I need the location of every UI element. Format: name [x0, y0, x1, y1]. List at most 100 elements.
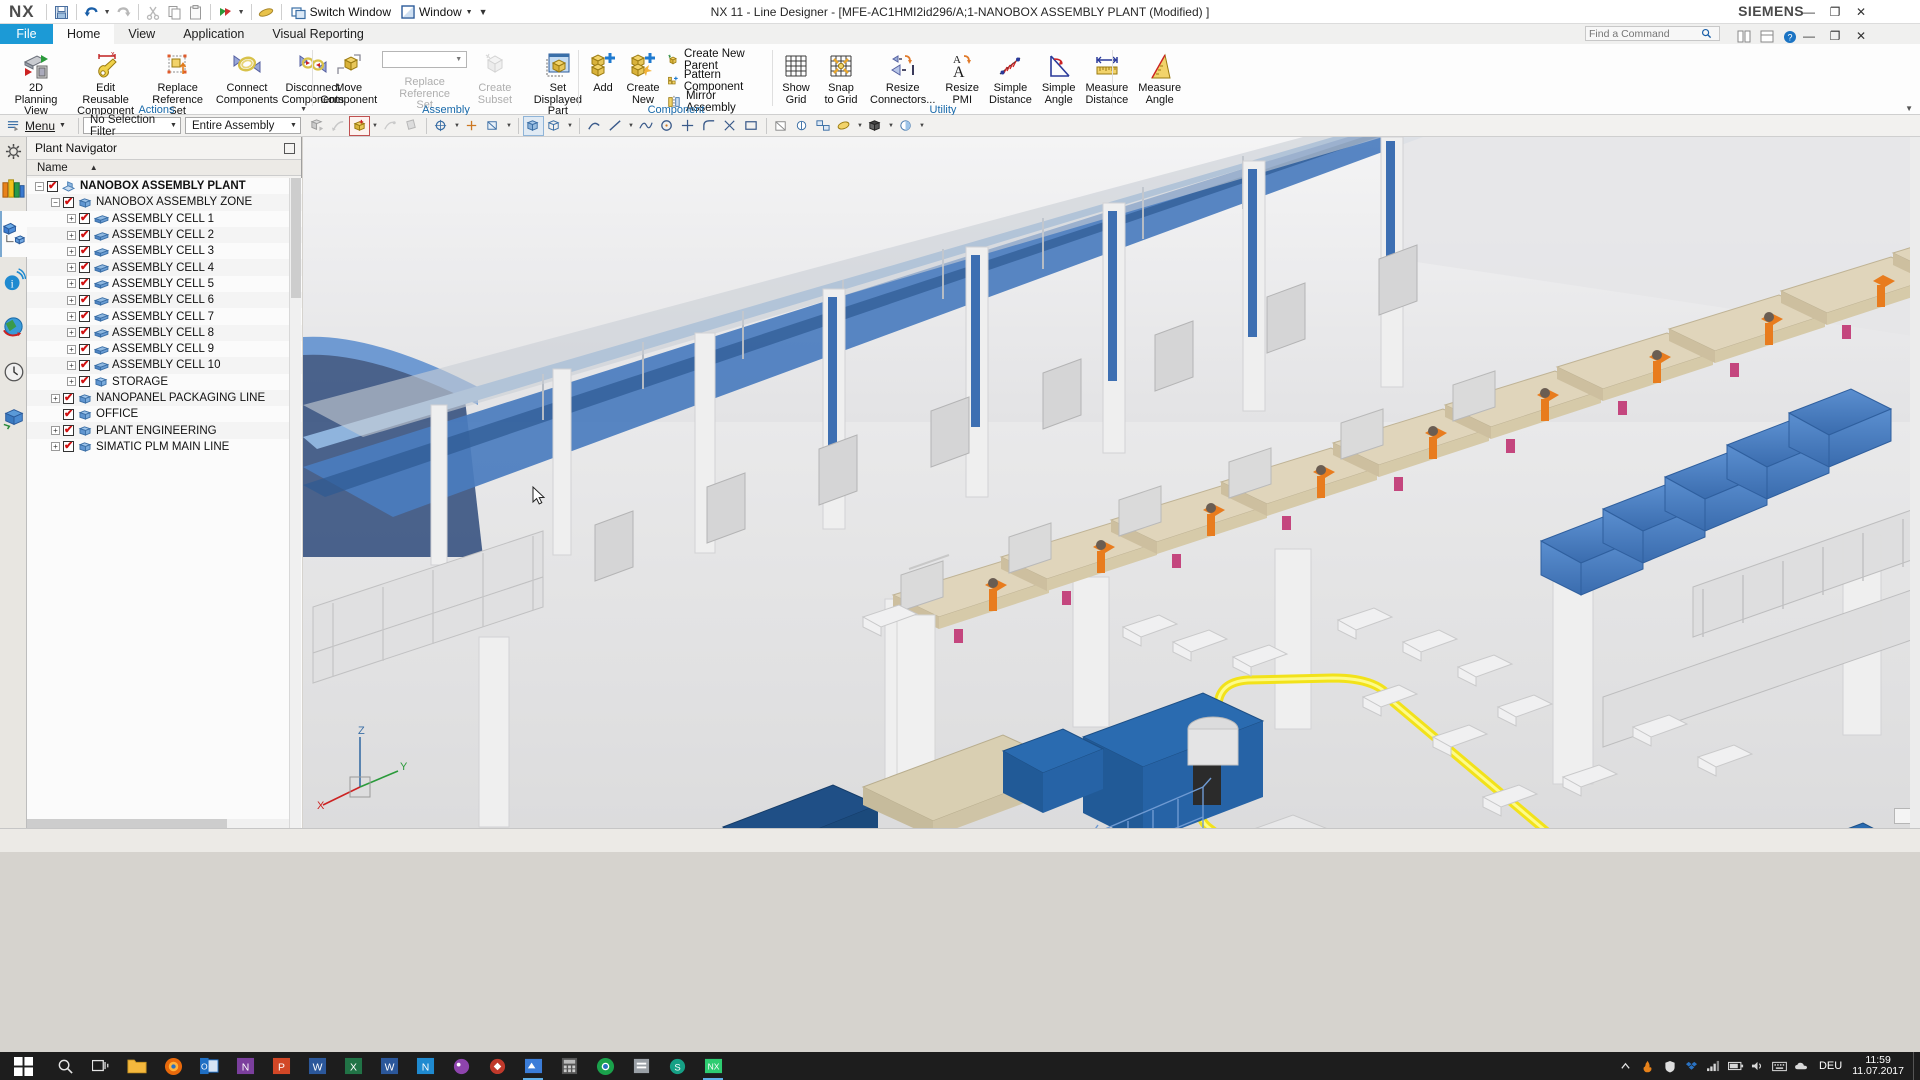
navigator-horizontal-scrollbar[interactable] [27, 819, 289, 828]
taskbar-app-firefox-icon[interactable] [155, 1052, 191, 1080]
restore-button[interactable]: ❐ [1822, 0, 1848, 24]
tab-view[interactable]: View [114, 24, 169, 44]
ribbon-button-pattern-component[interactable]: Pattern Component [665, 71, 773, 90]
curve-icon[interactable] [584, 116, 605, 136]
ribbon-collapse-icon[interactable]: ▼ [1905, 104, 1913, 113]
onedrive-icon[interactable] [1791, 1052, 1813, 1080]
resource-bar-item-internet-explorer[interactable]: i [0, 257, 27, 303]
resource-bar-item-roles[interactable] [0, 395, 27, 441]
tree-item-checkbox[interactable] [79, 344, 90, 355]
tree-expander[interactable]: + [67, 231, 76, 240]
ribbon-button-measure-distance[interactable]: Measure Distance [1080, 46, 1133, 106]
trim-icon[interactable] [720, 116, 741, 136]
tree-expander[interactable]: − [51, 198, 60, 207]
ribbon-button-add[interactable]: Add [585, 46, 621, 95]
section-icon[interactable] [865, 116, 886, 136]
tree-item-checkbox[interactable] [79, 213, 90, 224]
create-datum-dropdown-icon[interactable]: ▼ [504, 116, 514, 136]
find-command-input[interactable] [1589, 28, 1701, 40]
edit-object-display-icon[interactable] [834, 116, 855, 136]
taskbar-app-n-icon[interactable]: N [407, 1052, 443, 1080]
wireframe-rendering-icon[interactable] [544, 116, 565, 136]
close-button[interactable]: ✕ [1848, 0, 1874, 24]
select-sketch-icon[interactable] [380, 116, 401, 136]
taskbar-app-sharepoint-icon[interactable]: S [659, 1052, 695, 1080]
show-hidden-icons-icon[interactable] [1615, 1052, 1637, 1080]
rectangle-icon[interactable] [741, 116, 762, 136]
tab-application[interactable]: Application [169, 24, 258, 44]
taskbar-app-calculator-icon[interactable] [551, 1052, 587, 1080]
undo-display-icon[interactable] [256, 2, 277, 23]
tree-item-checkbox[interactable] [63, 425, 74, 436]
tree-item-checkbox[interactable] [79, 295, 90, 306]
undo-dropdown-icon[interactable]: ▼ [102, 2, 113, 23]
ribbon-button-measure-angle[interactable]: Measure Angle [1133, 46, 1186, 106]
tree-item-nanopanel-packaging-line[interactable]: +NANOPANEL PACKAGING LINE [27, 390, 302, 406]
tree-item-simatic-plm-main-line[interactable]: +SIMATIC PLM MAIN LINE [27, 439, 302, 455]
tree-expander[interactable]: − [35, 182, 44, 191]
graphics-right-scrollbar[interactable] [1910, 137, 1920, 828]
minimize-button[interactable]: — [1796, 0, 1822, 24]
ribbon-button-create-new[interactable]: Create New [621, 46, 665, 106]
tree-item-assembly-cell-5[interactable]: +ASSEMBLY CELL 5 [27, 276, 302, 292]
sketch-curve-icon[interactable] [678, 116, 699, 136]
save-icon[interactable] [51, 2, 72, 23]
tree-item-checkbox[interactable] [63, 441, 74, 452]
tree-item-assembly-cell-9[interactable]: +ASSEMBLY CELL 9 [27, 341, 302, 357]
show-desktop-button[interactable] [1913, 1052, 1920, 1080]
ribbon-button-simple-angle[interactable]: Simple Angle [1037, 46, 1081, 106]
tree-item-assembly-cell-6[interactable]: +ASSEMBLY CELL 6 [27, 292, 302, 308]
tree-item-checkbox[interactable] [63, 409, 74, 420]
resource-bar-item-plant-navigator[interactable] [0, 211, 27, 257]
tree-expander[interactable]: + [67, 214, 76, 223]
group-expander-icon[interactable]: ▼ [300, 106, 307, 113]
ribbon-button-show-grid[interactable]: Show Grid [775, 46, 817, 106]
tree-item-assembly-cell-7[interactable]: +ASSEMBLY CELL 7 [27, 308, 302, 324]
ribbon-button-simple-distance[interactable]: Simple Distance [984, 46, 1037, 106]
ribbon-button-resize-pmi[interactable]: AA Resize PMI [940, 46, 984, 106]
find-command-box[interactable] [1585, 26, 1720, 41]
tree-item-checkbox[interactable] [79, 230, 90, 241]
tree-expander[interactable]: + [67, 361, 76, 370]
tree-expander[interactable]: + [67, 345, 76, 354]
navigator-vertical-scrollbar[interactable] [289, 178, 301, 828]
chevron-down-icon[interactable]: ▼ [290, 122, 297, 129]
tree-item-checkbox[interactable] [63, 393, 74, 404]
undo-icon[interactable] [81, 2, 102, 23]
display-icon[interactable] [215, 2, 236, 23]
tree-item-assembly-cell-8[interactable]: +ASSEMBLY CELL 8 [27, 325, 302, 341]
resource-bar-item-history[interactable] [0, 349, 27, 395]
line-icon[interactable] [605, 116, 626, 136]
network-icon[interactable] [1703, 1052, 1725, 1080]
pin-panel-icon[interactable] [284, 143, 295, 154]
select-general-objects-icon[interactable] [307, 116, 328, 136]
scope-combo[interactable]: Entire Assembly ▼ [185, 117, 301, 134]
taskbar-app-nx-app-icon[interactable]: NX [695, 1052, 731, 1080]
tree-expander[interactable]: + [51, 426, 60, 435]
hide-icon[interactable] [771, 116, 792, 136]
section-dropdown-icon[interactable]: ▼ [886, 116, 896, 136]
menu-button[interactable]: Menu ▼ [0, 116, 74, 136]
scrollbar-thumb[interactable] [291, 178, 301, 298]
tree-item-assembly-cell-4[interactable]: +ASSEMBLY CELL 4 [27, 259, 302, 275]
tree-expander[interactable]: + [67, 377, 76, 386]
dropbox-icon[interactable] [1681, 1052, 1703, 1080]
sort-ascending-icon[interactable]: ▲ [90, 163, 98, 172]
scrollbar-thumb[interactable] [27, 819, 227, 828]
taskbar-app-teamcenter-icon[interactable] [479, 1052, 515, 1080]
search-icon[interactable] [1701, 28, 1712, 39]
tab-visual-reporting[interactable]: Visual Reporting [258, 24, 378, 44]
show-icon[interactable] [792, 116, 813, 136]
circle-icon[interactable] [657, 116, 678, 136]
plant-navigator-tree[interactable]: −NANOBOX ASSEMBLY PLANT−NANOBOX ASSEMBLY… [27, 178, 302, 828]
tree-item-checkbox[interactable] [79, 360, 90, 371]
chevron-down-icon[interactable]: ▼ [455, 56, 462, 63]
selection-filter-combo[interactable]: No Selection Filter ▼ [83, 117, 181, 134]
tree-expander[interactable]: + [51, 394, 60, 403]
tree-item-assembly-cell-10[interactable]: +ASSEMBLY CELL 10 [27, 357, 302, 373]
select-faces-icon[interactable] [401, 116, 422, 136]
window-dropdown-icon[interactable]: ▼ [466, 9, 473, 16]
tree-item-plant-engineering[interactable]: +PLANT ENGINEERING [27, 422, 302, 438]
switch-window-button[interactable]: Switch Window [286, 2, 396, 23]
taskbar-app-outlook-icon[interactable]: O [191, 1052, 227, 1080]
